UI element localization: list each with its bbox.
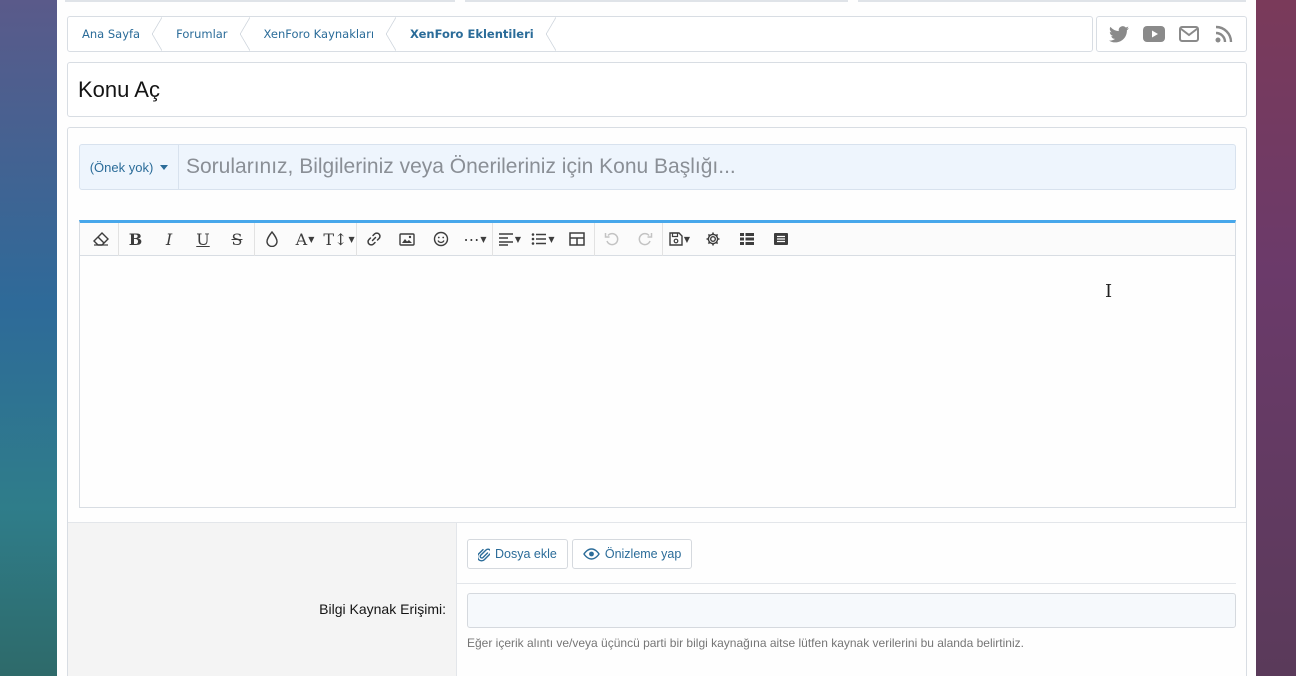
prefix-select[interactable]: (Önek yok): [80, 145, 179, 189]
breadcrumb: Ana Sayfa Forumlar XenForo Kaynakları Xe…: [67, 16, 1093, 52]
thread-title-row: (Önek yok): [79, 144, 1236, 190]
breadcrumb-forums[interactable]: Forumlar: [162, 17, 250, 51]
envelope-icon[interactable]: [1178, 23, 1200, 45]
paperclip-icon: [478, 547, 490, 561]
source-field-label: Bilgi Kaynak Erişimi:: [319, 601, 446, 617]
bbcode-icon[interactable]: [730, 223, 764, 256]
form-rows: Dosya ekle Önizleme yap Bilgi Kaynak Eri…: [68, 522, 1246, 676]
smiley-icon[interactable]: [424, 223, 458, 256]
eraser-icon[interactable]: [84, 223, 118, 256]
editor-content-area[interactable]: [80, 256, 1235, 506]
bold-icon[interactable]: B: [118, 222, 152, 256]
list-icon[interactable]: ▼: [526, 223, 560, 256]
page-container: Ana Sayfa Forumlar XenForo Kaynakları Xe…: [57, 0, 1256, 676]
prefix-select-label: (Önek yok): [89, 159, 154, 175]
italic-icon[interactable]: I: [152, 223, 186, 256]
preview-button[interactable]: Önizleme yap: [571, 539, 693, 569]
redo-icon[interactable]: [628, 223, 662, 256]
page-title-box: Konu Aç: [67, 62, 1247, 117]
editor-toolbar: B I U S A ▼ T↕ ▼ ⋯ ▼ ▼ ▼ ▼: [80, 222, 1235, 256]
color-drop-icon[interactable]: [254, 222, 288, 256]
new-thread-form: (Önek yok) B I U S A▼ T↕▼: [67, 127, 1247, 676]
attachment-buttons: Dosya ekle Önizleme yap: [467, 539, 693, 569]
preview-label: Önizleme yap: [604, 547, 682, 561]
link-icon[interactable]: [356, 222, 390, 256]
preview-list-icon[interactable]: [764, 223, 798, 256]
top-nav-remnant: [57, 0, 1256, 2]
drafts-icon[interactable]: ▼: [662, 222, 696, 256]
more-icon[interactable]: ⋯ ▼: [458, 223, 492, 256]
background-right: [1256, 0, 1296, 676]
background-left: [0, 0, 57, 676]
page-title: Konu Aç: [78, 76, 160, 102]
breadcrumb-xenforo-addons[interactable]: XenForo Eklentileri: [396, 17, 556, 51]
row-divider: [457, 583, 1236, 584]
font-family-icon[interactable]: A ▼: [288, 223, 322, 256]
thread-title-input[interactable]: [179, 145, 1235, 189]
align-icon[interactable]: ▼: [492, 222, 526, 256]
strikethrough-icon[interactable]: S: [220, 223, 254, 256]
eye-icon: [583, 548, 600, 560]
text-cursor-icon: I: [1105, 281, 1113, 302]
caret-down-icon: [160, 164, 169, 170]
youtube-icon[interactable]: [1142, 23, 1165, 45]
breadcrumb-xenforo-resources[interactable]: XenForo Kaynakları: [250, 17, 397, 51]
social-links: [1096, 16, 1247, 52]
underline-icon[interactable]: U: [186, 223, 220, 256]
rich-text-editor: B I U S A ▼ T↕ ▼ ⋯ ▼ ▼ ▼ ▼: [79, 220, 1236, 508]
source-field-hint: Eğer içerik alıntı ve/veya üçüncü parti …: [467, 636, 1024, 650]
font-size-icon[interactable]: T↕ ▼: [322, 223, 356, 256]
breadcrumb-home[interactable]: Ana Sayfa: [68, 17, 163, 51]
label-column: [68, 523, 457, 676]
attach-file-button[interactable]: Dosya ekle: [467, 539, 568, 569]
twitter-icon[interactable]: [1108, 23, 1130, 45]
table-icon[interactable]: [560, 223, 594, 256]
undo-icon[interactable]: [594, 222, 628, 256]
settings-icon[interactable]: [696, 223, 730, 256]
image-icon[interactable]: [390, 223, 424, 256]
source-field-input[interactable]: [467, 593, 1236, 628]
attach-file-label: Dosya ekle: [495, 547, 557, 561]
rss-icon[interactable]: [1213, 23, 1235, 45]
